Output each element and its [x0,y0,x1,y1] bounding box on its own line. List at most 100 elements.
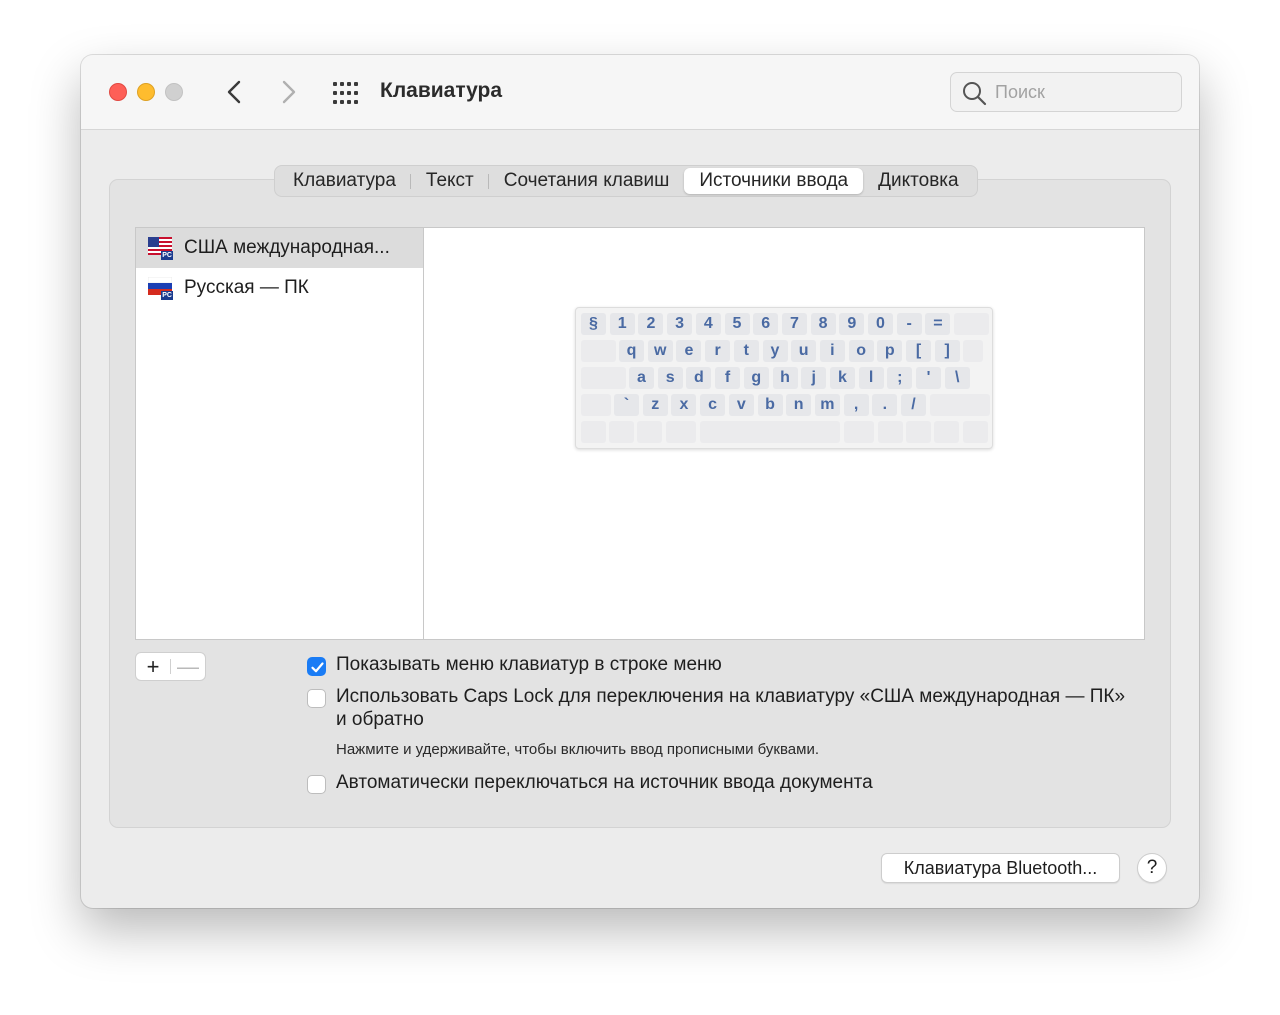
bluetooth-keyboard-button[interactable]: Клавиатура Bluetooth... [881,853,1120,883]
blank-key [581,367,626,389]
keyboard-key: ` [614,394,639,416]
blank-key [963,340,984,362]
forward-button[interactable] [273,77,303,107]
keyboard-key: ; [887,367,913,389]
keyboard-key: z [642,394,668,416]
zoom-button[interactable] [165,83,183,101]
keyboard-key: 0 [868,313,893,335]
system-preferences-window: Клавиатура Клавиатура Текст Сочетания кл… [81,55,1199,908]
keyboard-key: 9 [839,313,865,335]
keyboard-key: t [733,340,759,362]
blank-key [637,421,662,443]
blank-key [963,421,988,443]
remove-source-button[interactable]: — [171,653,205,680]
list-item-label: США международная... [184,237,390,258]
auto-switch-checkbox[interactable] [307,775,326,794]
tab-dictation[interactable]: Диктовка [863,168,973,194]
search-icon [963,82,987,106]
keyboard-key: x [671,394,697,416]
keyboard-key: b [757,394,783,416]
search-field[interactable] [950,72,1182,112]
keyboard-key: - [896,313,922,335]
blank-key [878,421,903,443]
keyboard-key: h [772,367,798,389]
auto-switch-label: Автоматически переключаться на источник … [336,772,873,793]
search-input[interactable] [993,78,1173,106]
caps-lock-checkbox[interactable] [307,689,326,708]
keyboard-key: = [925,313,951,335]
add-source-button[interactable]: + [136,653,170,680]
keyboard-preview-area: § 1 2 3 4 5 6 7 8 9 0- = q w e r t y u i o p[] a s d f g h j k l; ' \ ` z x… [423,227,1145,640]
keyboard-key: f [715,367,741,389]
keyboard-key: 4 [695,313,721,335]
blank-key [844,421,874,443]
chevron-right-icon [282,80,296,104]
keyboard-key: ] [934,340,960,362]
blank-key [954,313,990,335]
blank-key [609,421,634,443]
show-all-button[interactable] [331,81,361,105]
blank-key [581,394,611,416]
keyboard-key: g [743,367,769,389]
blank-key [581,340,616,362]
tab-bar: Клавиатура Текст Сочетания клавиш Источн… [274,165,978,197]
keyboard-key: w [647,340,673,362]
ru-flag-icon: PC [148,277,173,300]
add-remove-control: + — [135,652,206,681]
list-item-label: Русская — ПК [184,277,309,298]
keyboard-key: [ [906,340,931,362]
checkmark-icon [311,662,324,673]
caps-lock-hint: Нажмите и удерживайте, чтобы включить вв… [336,741,819,758]
blank-key [581,421,606,443]
tab-text[interactable]: Текст [411,168,489,194]
keyboard-key: a [629,367,654,389]
help-button[interactable]: ? [1137,853,1167,883]
blank-key [666,421,696,443]
keyboard-key: s [657,367,683,389]
keyboard-key: m [814,394,840,416]
keyboard-key: e [676,340,702,362]
back-button[interactable] [220,77,250,107]
tab-input-sources[interactable]: Источники ввода [684,168,864,194]
keyboard-key: 8 [810,313,836,335]
blank-key [929,394,990,416]
list-item[interactable]: PC США международная... [136,228,423,268]
keyboard-key: , [843,394,869,416]
keyboard-key: 5 [724,313,750,335]
keyboard-key: 2 [638,313,664,335]
keyboard-key: y [762,340,788,362]
grid-icon [333,82,358,104]
keyboard-key: d [686,367,712,389]
keyboard-key: v [728,394,754,416]
keyboard-key: c [700,394,726,416]
keyboard-key: r [705,340,731,362]
keyboard-key: p [877,340,903,362]
caps-lock-label-line2: и обратно [336,709,424,730]
minimize-button[interactable] [137,83,155,101]
blank-key [906,421,931,443]
keyboard-key: 7 [781,313,807,335]
keyboard-key: n [786,394,812,416]
keyboard-key: 3 [667,313,693,335]
keyboard-key: k [829,367,855,389]
close-button[interactable] [109,83,127,101]
blank-key [700,421,840,443]
show-menu-label: Показывать меню клавиатур в строке меню [336,654,722,675]
input-sources-list: PC США международная... PC Русская — ПК [135,227,424,640]
tab-shortcuts[interactable]: Сочетания клавиш [489,168,685,194]
blank-key [934,421,959,443]
show-menu-checkbox[interactable] [307,657,326,676]
list-item[interactable]: PC Русская — ПК [136,268,423,308]
caps-lock-label: Использовать Caps Lock для переключения … [336,686,1126,707]
keyboard-key: o [848,340,874,362]
window-title: Клавиатура [380,79,503,102]
tab-keyboard[interactable]: Клавиатура [278,168,411,194]
title-bar: Клавиатура [81,55,1199,130]
pc-badge: PC [161,251,173,260]
keyboard-key: u [791,340,817,362]
keyboard-key: \ [944,367,970,389]
us-flag-icon: PC [148,237,173,260]
chevron-left-icon [227,80,241,104]
keyboard-key: 6 [753,313,779,335]
keyboard-key: i [819,340,845,362]
